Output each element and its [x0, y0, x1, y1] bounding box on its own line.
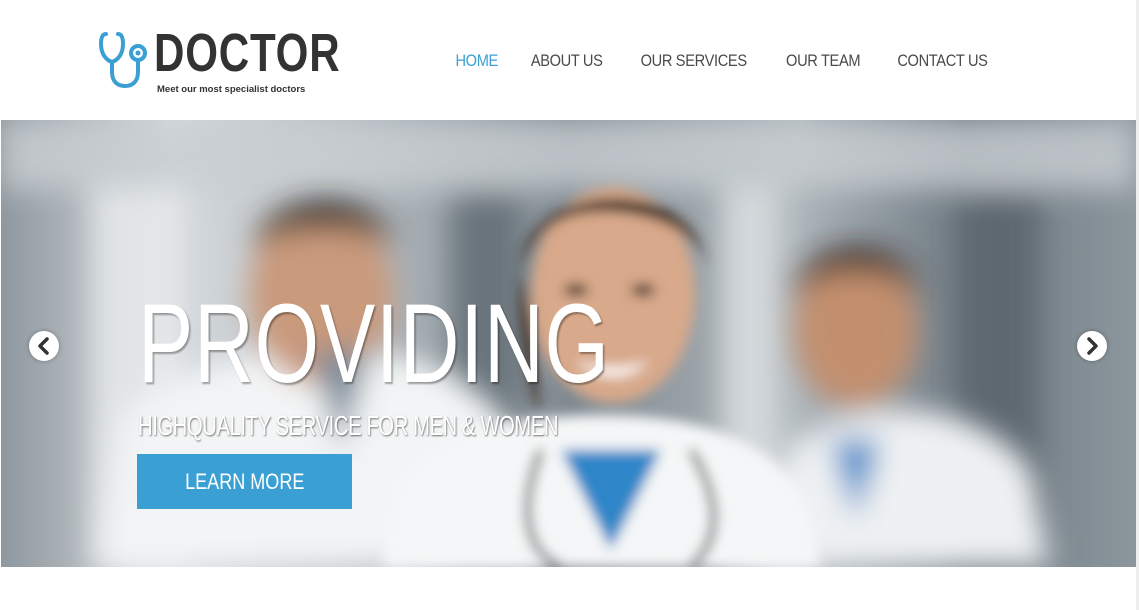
- hero-slider: PROVIDING HIGHQUALITY SERVICE FOR MEN & …: [1, 120, 1136, 567]
- content-area: [0, 567, 1139, 610]
- stethoscope-icon: [98, 32, 147, 89]
- hero-subheading: HIGHQUALITY SERVICE FOR MEN & WOMEN: [138, 410, 559, 441]
- logo-tagline: Meet our most specialist doctors: [157, 84, 306, 95]
- slider-prev-button[interactable]: [29, 331, 59, 361]
- learn-more-button[interactable]: LEARN MORE: [137, 454, 352, 509]
- slider-next-button[interactable]: [1077, 331, 1107, 361]
- hero-heading: PROVIDING: [138, 281, 610, 406]
- nav-item-about-us[interactable]: ABOUT US: [531, 50, 603, 72]
- logo-title: DOCTOR: [154, 23, 341, 83]
- chevron-left-icon: [38, 337, 49, 355]
- nav-item-contact-us[interactable]: CONTACT US: [897, 50, 988, 72]
- site-logo[interactable]: DOCTOR Meet our most specialist doctors: [98, 24, 340, 98]
- page: DOCTOR Meet our most specialist doctors …: [0, 0, 1139, 610]
- nav-item-home[interactable]: HOME: [455, 50, 498, 72]
- site-header: DOCTOR Meet our most specialist doctors …: [0, 0, 1139, 120]
- nav-item-our-team[interactable]: OUR TEAM: [786, 50, 860, 72]
- main-nav: HOME ABOUT US OUR SERVICES OUR TEAM CONT…: [452, 50, 995, 72]
- nav-item-our-services[interactable]: OUR SERVICES: [641, 50, 747, 72]
- learn-more-label: LEARN MORE: [184, 469, 305, 494]
- chevron-right-icon: [1087, 337, 1098, 355]
